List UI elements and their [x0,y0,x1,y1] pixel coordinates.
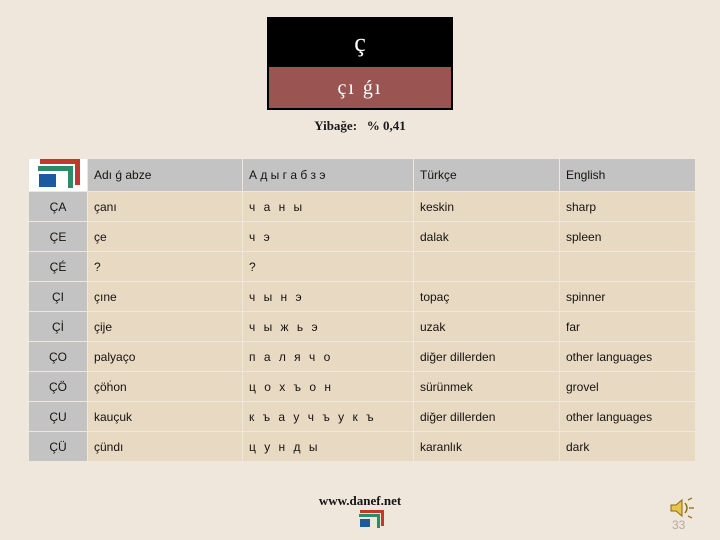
footer-website-url[interactable]: www.danef.net [0,493,720,509]
row-adigabze-cell: ? [88,252,242,281]
table-row: ÇE çe ч э dalak spleen [29,222,695,251]
row-adigabze-cell: palyaço [88,342,242,371]
row-cyrillic-cell: ц у н д ы [243,432,413,461]
row-key-cell: Çİ [29,312,87,341]
row-key-cell: ÇI [29,282,87,311]
row-turkish-cell: diğer dillerden [414,402,559,431]
table-row: ÇO palyaço п а л я ч о diğer dillerden other… [29,342,695,371]
row-cyrillic-cell: ? [243,252,413,281]
table-row: ÇÖ çöḣon ц о х ъ о н sürünmek grovel [29,372,695,401]
row-key-cell: ÇÜ [29,432,87,461]
row-turkish-cell: diğer dillerden [414,342,559,371]
vocabulary-table-wrapper: Adı ǵ abze А д ы г а б з э Türkçe Englis… [28,158,695,462]
row-cyrillic-cell: к ъ а у ч ъ у к ъ [243,402,413,431]
row-adigabze-cell: çöḣon [88,372,242,401]
row-turkish-cell: keskin [414,192,559,221]
table-row: ÇÜ çündı ц у н д ы karanlık dark [29,432,695,461]
row-english-cell: sharp [560,192,695,221]
row-cyrillic-cell: п а л я ч о [243,342,413,371]
row-english-cell: dark [560,432,695,461]
row-english-cell [560,252,695,281]
row-adigabze-cell: çıne [88,282,242,311]
speaker-icon[interactable] [668,496,698,520]
frequency-subtitle: Yibağe: % 0,41 [314,118,406,133]
title-letter-name: çı ǵı [269,67,451,108]
row-key-cell: ÇU [29,402,87,431]
row-cyrillic-cell: ч э [243,222,413,251]
table-row: ÇÉ?? [29,252,695,281]
row-turkish-cell: dalak [414,222,559,251]
row-turkish-cell: sürünmek [414,372,559,401]
row-key-cell: ÇÖ [29,372,87,401]
table-row: ÇA çanı ч а н ы keskin sharp [29,192,695,221]
row-cyrillic-cell: ц о х ъ о н [243,372,413,401]
row-english-cell: other languages [560,402,695,431]
row-english-cell: spinner [560,282,695,311]
column-header-adigabze: Adı ǵ abze [88,159,242,191]
column-header-english: English [560,159,695,191]
title-letter: ç [269,19,451,67]
table-body: ÇA çanı ч а н ы keskin sharp ÇE çe ч э dalak sple… [29,192,695,461]
row-cyrillic-cell: ч ы ж ь э [243,312,413,341]
row-cyrillic-cell: ч ы н э [243,282,413,311]
page-number: 33 [672,518,686,532]
danef-logo-icon [29,159,87,191]
row-adigabze-cell: kauçuk [88,402,242,431]
row-key-cell: ÇO [29,342,87,371]
table-row: ÇI çıne ч ы н э topaç spinner [29,282,695,311]
column-header-turkish: Türkçe [414,159,559,191]
row-english-cell: spleen [560,222,695,251]
table-row: Çİ çije ч ы ж ь э uzak far [29,312,695,341]
column-header-cyrillic: А д ы г а б з э [243,159,413,191]
row-cyrillic-cell: ч а н ы [243,192,413,221]
footer-danef-logo-icon [358,510,384,530]
row-adigabze-cell: çanı [88,192,242,221]
row-adigabze-cell: çündı [88,432,242,461]
row-adigabze-cell: çe [88,222,242,251]
row-turkish-cell: karanlık [414,432,559,461]
table-row: ÇU kauçuk к ъ а у ч ъ у к ъ diğer dillerden… [29,402,695,431]
row-turkish-cell: topaç [414,282,559,311]
row-turkish-cell [414,252,559,281]
row-key-cell: ÇA [29,192,87,221]
row-english-cell: far [560,312,695,341]
row-key-cell: ÇE [29,222,87,251]
title-flag-box: ç çı ǵı [267,17,453,110]
table-header-row: Adı ǵ abze А д ы г а б з э Türkçe Englis… [29,159,695,191]
row-key-cell: ÇÉ [29,252,87,281]
row-english-cell: grovel [560,372,695,401]
row-turkish-cell: uzak [414,312,559,341]
vocabulary-table: Adı ǵ abze А д ы г а б з э Türkçe Englis… [28,158,696,462]
row-english-cell: other languages [560,342,695,371]
row-adigabze-cell: çije [88,312,242,341]
